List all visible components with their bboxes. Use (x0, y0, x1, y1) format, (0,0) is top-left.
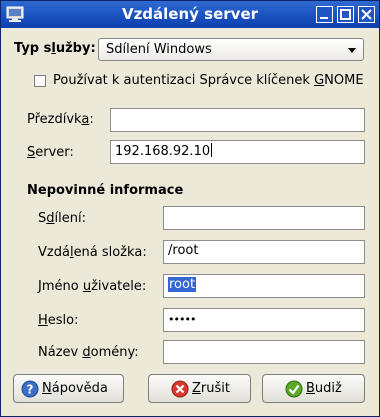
dialog-content: Typ služby: Sdílení Windows Používat k a… (1, 29, 379, 416)
minimize-button[interactable] (316, 6, 333, 23)
title-bar[interactable]: Vzdálený server (1, 1, 379, 28)
domain-field[interactable] (163, 340, 365, 364)
service-type-value: Sdílení Windows (106, 42, 212, 57)
server-label: Server: (27, 145, 74, 160)
ok-icon (285, 380, 303, 398)
keyring-checkbox-label[interactable]: Používat k autentizaci Správce klíčenek … (53, 73, 364, 88)
service-type-select[interactable]: Sdílení Windows (98, 38, 364, 61)
domain-label: Název domény: (38, 345, 139, 360)
selected-text: root (168, 277, 197, 292)
optional-heading: Nepovinné informace (27, 183, 184, 198)
folder-field[interactable]: /root (163, 240, 365, 264)
username-label: Jméno uživatele: (38, 279, 147, 294)
username-field[interactable]: root (163, 274, 365, 298)
close-icon (361, 9, 372, 20)
minimize-icon (320, 17, 328, 19)
maximize-icon (340, 9, 351, 20)
cancel-icon (171, 380, 189, 398)
keyring-checkbox[interactable] (34, 75, 46, 87)
dialog-window: Vzdálený server Typ služby: Sdílení Wind… (0, 0, 380, 417)
help-icon: ? (21, 380, 39, 398)
chevron-down-icon (348, 48, 356, 53)
close-button[interactable] (358, 6, 375, 23)
ok-button[interactable]: Budiž (262, 374, 365, 403)
nickname-label: Přezdívka: (27, 112, 94, 127)
service-type-label: Typ služby: (14, 41, 96, 56)
help-button[interactable]: ? Nápověda (13, 374, 124, 403)
share-field[interactable] (163, 206, 365, 230)
nickname-field[interactable] (110, 108, 365, 132)
server-field[interactable]: 192.168.92.10 (110, 140, 365, 164)
maximize-button[interactable] (337, 6, 354, 23)
cancel-button[interactable]: Zrušit (148, 374, 251, 403)
folder-label: Vzdálená složka: (38, 245, 147, 260)
text-caret (211, 143, 213, 157)
svg-text:?: ? (27, 383, 34, 397)
password-label: Heslo: (38, 313, 79, 328)
password-field[interactable]: ••••• (163, 308, 365, 332)
share-label: Sdílení: (38, 211, 86, 226)
